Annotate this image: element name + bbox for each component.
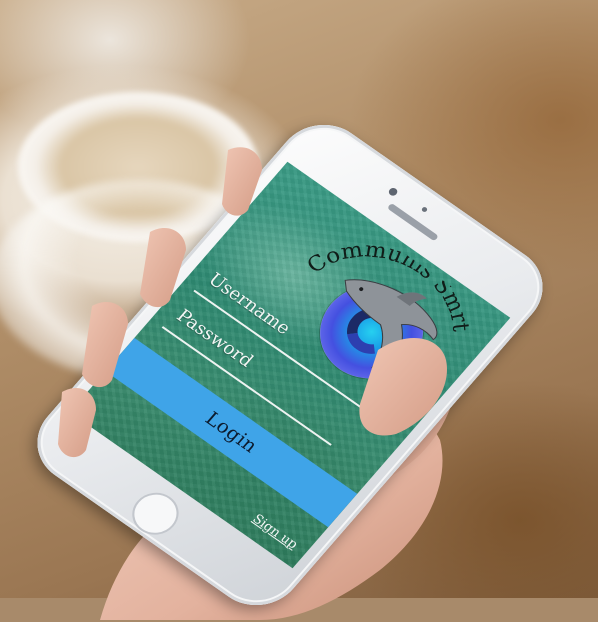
proximity-sensor <box>420 206 429 213</box>
front-camera <box>387 186 400 198</box>
earpiece-speaker <box>386 202 439 242</box>
